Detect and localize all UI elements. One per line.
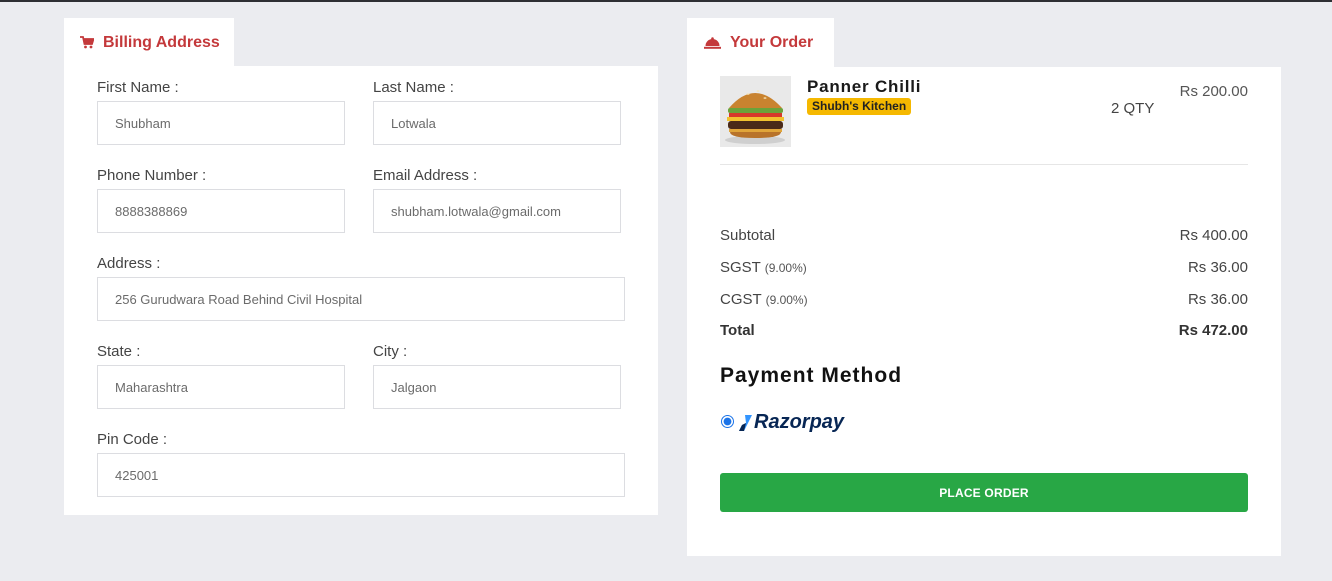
last-name-input[interactable] [373, 101, 621, 145]
cgst-rate: (9.00%) [765, 293, 808, 307]
cgst-label: CGST (9.00%) [720, 291, 808, 308]
razorpay-logo-icon [739, 414, 752, 431]
food-cloche-icon [704, 37, 721, 49]
top-border [0, 0, 1332, 2]
address-label: Address : [97, 255, 161, 272]
sgst-rate: (9.00%) [764, 261, 807, 275]
product-image [720, 76, 791, 147]
last-name-label: Last Name : [373, 79, 454, 96]
sgst-value: Rs 36.00 [1187, 259, 1248, 276]
item-quantity: 2 QTY [1111, 100, 1155, 117]
subtotal-label: Subtotal [720, 227, 776, 244]
total-value: Rs 472.00 [1178, 322, 1248, 339]
cgst-name: CGST [720, 291, 762, 308]
state-label: State : [97, 343, 141, 360]
payment-method-title: Payment Method [720, 364, 903, 387]
phone-input[interactable] [97, 189, 345, 233]
cgst-value: Rs 36.00 [1187, 291, 1248, 308]
city-label: City : [373, 343, 408, 360]
billing-form: First Name : Last Name : Phone Number : … [64, 66, 658, 515]
first-name-input[interactable] [97, 101, 345, 145]
subtotal-value: Rs 400.00 [1179, 227, 1248, 244]
phone-label: Phone Number : [97, 167, 207, 184]
item-price: Rs 200.00 [1179, 83, 1248, 100]
vendor-badge: Shubh's Kitchen [807, 98, 912, 115]
pincode-input[interactable] [97, 453, 625, 497]
first-name-label: First Name : [97, 79, 179, 96]
email-input[interactable] [373, 189, 621, 233]
city-input[interactable] [373, 365, 621, 409]
place-order-button[interactable]: PLACE ORDER [720, 473, 1248, 512]
razorpay-radio[interactable] [721, 415, 734, 428]
item-divider [720, 164, 1248, 165]
total-label: Total [720, 322, 755, 339]
razorpay-label: Razorpay [754, 411, 845, 433]
address-input[interactable] [97, 277, 625, 321]
billing-title: Billing Address [103, 33, 220, 51]
order-summary-panel: Panner Chilli Shubh's Kitchen 2 QTY Rs 2… [687, 67, 1281, 556]
sgst-name: SGST [720, 259, 761, 276]
razorpay-option[interactable]: Razorpay [739, 411, 844, 434]
cart-icon [80, 36, 94, 49]
product-name: Panner Chilli [807, 77, 922, 96]
email-label: Email Address : [373, 167, 478, 184]
billing-address-tab: Billing Address [64, 18, 234, 67]
state-input[interactable] [97, 365, 345, 409]
order-title: Your Order [730, 34, 814, 51]
pincode-label: Pin Code : [97, 431, 168, 448]
sgst-label: SGST (9.00%) [720, 259, 807, 276]
your-order-tab: Your Order [687, 18, 834, 68]
burger-image [720, 76, 791, 147]
